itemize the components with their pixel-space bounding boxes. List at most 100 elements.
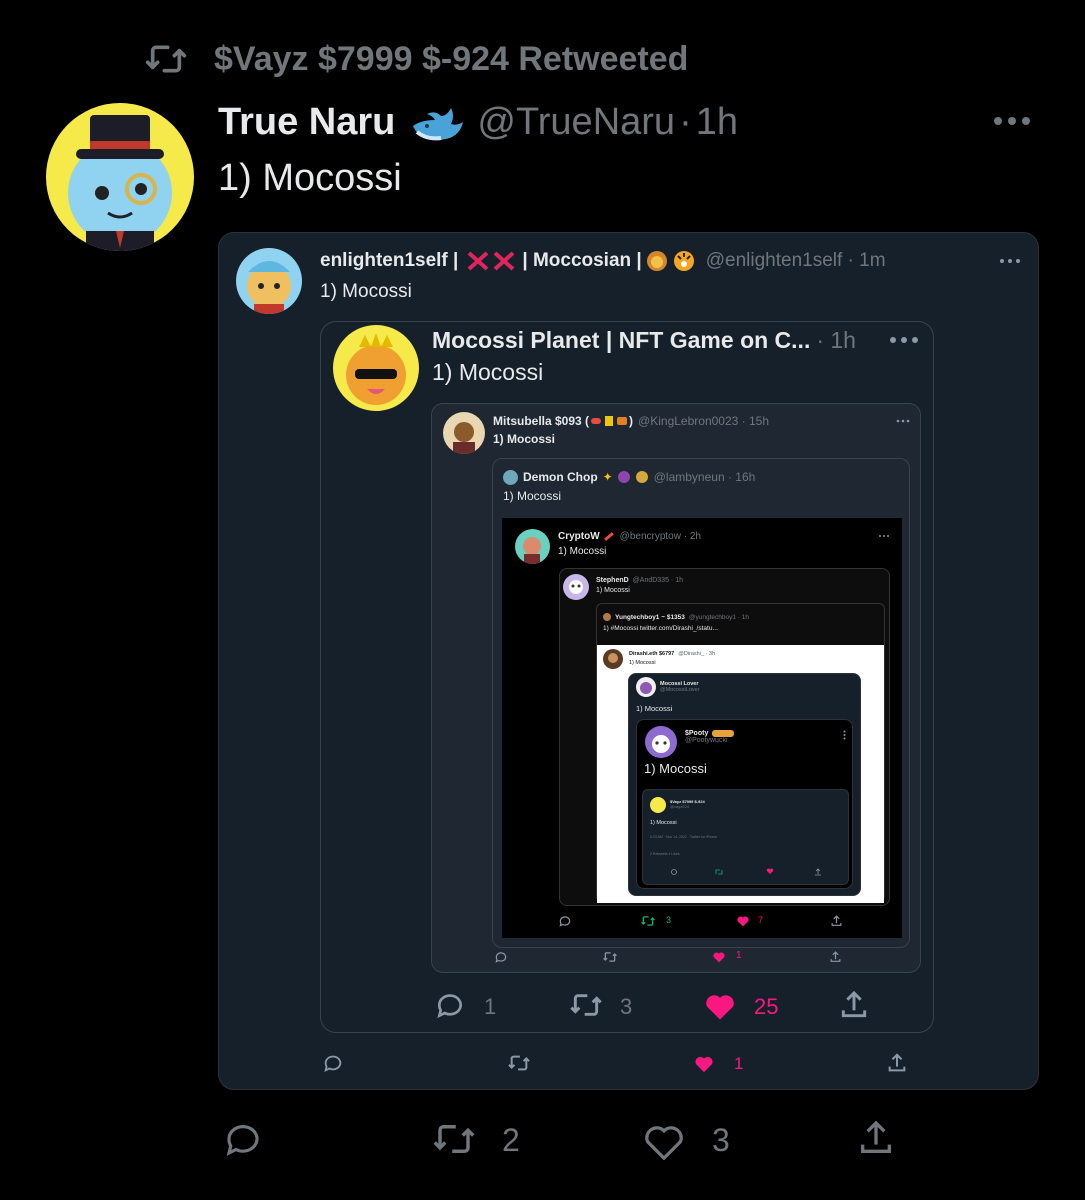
display-name[interactable]: True Naru	[218, 101, 395, 144]
quote2-like-count: 25	[754, 994, 779, 1019]
quote11-counts: 2 Retweets 4 Likes	[650, 852, 680, 856]
quote2-avatar[interactable]	[333, 325, 419, 411]
quote1-handle[interactable]: @enlighten1self · 1m	[706, 250, 886, 272]
quote6-header: StephenD @AndD335 · 1h	[596, 575, 683, 585]
quote5-name[interactable]: CryptoW	[558, 531, 600, 542]
timestamp[interactable]: 1h	[696, 101, 738, 144]
quote3-header: Mitsubella $093 ( ) @KingLebron0023 · 15…	[493, 413, 769, 429]
quote3-avatar[interactable]	[443, 412, 485, 454]
tiger-emoji	[672, 250, 696, 272]
quote2-text: 1) Mocossi	[432, 359, 544, 385]
quote2-actions: 1 3 25	[434, 986, 874, 1022]
quote11-handle[interactable]: @vayz924	[670, 804, 705, 809]
quote2-reply-count: 1	[484, 994, 497, 1019]
quote7-avatar[interactable]	[603, 613, 611, 621]
quote3-share-icon[interactable]	[829, 950, 842, 964]
more-icon[interactable]	[990, 111, 1034, 131]
quote5-retweet-count: 3	[666, 915, 672, 925]
quote10-more-icon[interactable]	[843, 730, 846, 740]
quote10-header: $Pooty @Pootywucki	[685, 730, 735, 744]
quote1-like-count: 1	[734, 1054, 744, 1073]
quote1-reply-icon[interactable]	[322, 1052, 344, 1074]
quote3-text: 1) Mocossi	[493, 432, 556, 446]
quote4-text: 1) Mocossi	[503, 489, 562, 503]
quote5-avatar[interactable]	[515, 529, 550, 564]
quote6-handle[interactable]: @AndD335 · 1h	[633, 577, 683, 584]
quote5-share-icon[interactable]	[830, 914, 843, 928]
quote1-avatar[interactable]	[236, 248, 302, 314]
share-icon[interactable]	[856, 1116, 896, 1160]
retweet-count: 2	[502, 1122, 520, 1158]
quote3-name-tail: )	[629, 414, 634, 428]
quote10-handle[interactable]: @Pootywucki	[685, 737, 734, 744]
quote2-time[interactable]: · 1h	[816, 327, 856, 354]
quote2-like-icon[interactable]	[702, 989, 738, 1021]
quote1-retweet-icon[interactable]	[506, 1052, 532, 1074]
quote4-avatar[interactable]	[503, 469, 518, 485]
quote1-share-icon[interactable]	[886, 1051, 908, 1075]
quote10-name[interactable]: $Pooty	[685, 730, 708, 737]
quote2-name[interactable]: Mocossi Planet | NFT Game on C...	[432, 327, 810, 354]
quote5-reply-icon[interactable]	[558, 914, 572, 928]
quote1-name[interactable]: enlighten1self |	[320, 250, 458, 272]
quote4-name[interactable]: Demon Chop	[523, 470, 598, 484]
quote8-name[interactable]: Dirashi.eth $6797	[629, 651, 674, 657]
quote2-share-icon[interactable]	[838, 988, 870, 1022]
quote8-handle[interactable]: @Dirashi_ · 3h	[678, 651, 715, 657]
quote11-avatar[interactable]	[650, 797, 666, 813]
quote1-like-icon[interactable]	[692, 1053, 716, 1073]
quote10-avatar[interactable]	[645, 726, 677, 758]
quote5-like-count: 7	[758, 915, 764, 925]
quote3-like-count: 1	[736, 950, 742, 961]
quote11-reply-icon	[671, 869, 677, 875]
quote7-text: 1) #Mocossi twitter.com/Dirashi_/statu..…	[603, 625, 718, 632]
quote10-text: 1) Mocossi	[644, 761, 707, 776]
cross-emoji	[466, 250, 518, 272]
quote1-actions: 1	[322, 1050, 912, 1076]
quote2-more-icon[interactable]	[888, 334, 920, 346]
retweet-header[interactable]: $Vayz $7999 $-924 Retweeted	[140, 36, 688, 82]
whale-emoji	[409, 102, 467, 142]
cat-emoji	[712, 730, 735, 737]
quote5-like-icon[interactable]	[736, 914, 750, 927]
handle[interactable]: @TrueNaru	[477, 101, 675, 144]
quote5-handle[interactable]: @bencryptow · 2h	[620, 531, 701, 542]
quote5-header: CryptoW @bencryptow · 2h	[558, 530, 701, 543]
quote3-like-icon[interactable]	[712, 950, 726, 963]
quote6-avatar[interactable]	[563, 574, 589, 600]
quote7-handle[interactable]: @yungtechboy1 · 1h	[689, 614, 749, 621]
quote3-reply-icon[interactable]	[494, 950, 508, 964]
quote8-avatar[interactable]	[603, 649, 623, 669]
quote9-avatar[interactable]	[636, 677, 656, 697]
like-icon[interactable]	[640, 1120, 688, 1160]
quote1-more-icon[interactable]	[998, 256, 1022, 266]
quote2-reply-icon[interactable]	[434, 989, 466, 1021]
lion-emoji	[646, 250, 668, 272]
quote8-text: 1) Mocossi	[629, 660, 656, 666]
quote2-retweet-icon[interactable]	[566, 989, 606, 1021]
retweet-icon	[140, 39, 192, 79]
quote9-text: 1) Mocossi	[636, 704, 673, 713]
quote4-handle[interactable]: @lambyneun · 16h	[654, 470, 756, 484]
avatar[interactable]	[46, 103, 194, 251]
quote3-name[interactable]: Mitsubella $093 (	[493, 414, 589, 428]
quote3-emoji-pill	[591, 418, 602, 424]
quote7-name[interactable]: Yungtechboy1 ~ $1353	[615, 614, 685, 621]
devil-emoji	[617, 471, 630, 483]
reply-icon[interactable]	[220, 1118, 266, 1160]
quote1-text: 1) Mocossi	[320, 281, 412, 302]
quote6-name[interactable]: StephenD	[596, 577, 629, 584]
quote5-actions: 3 7	[558, 912, 888, 930]
quote2-retweet-count: 3	[620, 994, 633, 1019]
retweet-action-icon[interactable]	[426, 1118, 482, 1160]
quote5-more-icon[interactable]	[878, 534, 890, 538]
quote3-more-icon[interactable]	[896, 418, 910, 424]
quote3-handle[interactable]: @KingLebron0023 · 15h	[638, 414, 769, 428]
quote5-retweet-icon[interactable]	[640, 914, 656, 928]
quote9-handle[interactable]: @MocossiLover	[660, 687, 700, 693]
tweet-actions: 2 3	[220, 1114, 910, 1164]
quote3-retweet-icon[interactable]	[602, 950, 618, 964]
quote4-header: Demon Chop ✦ @lambyneun · 16h	[503, 469, 755, 485]
quote9-header: Mocossi Lover @MocossiLover	[660, 681, 700, 693]
quote3-emoji-ship	[617, 417, 628, 425]
